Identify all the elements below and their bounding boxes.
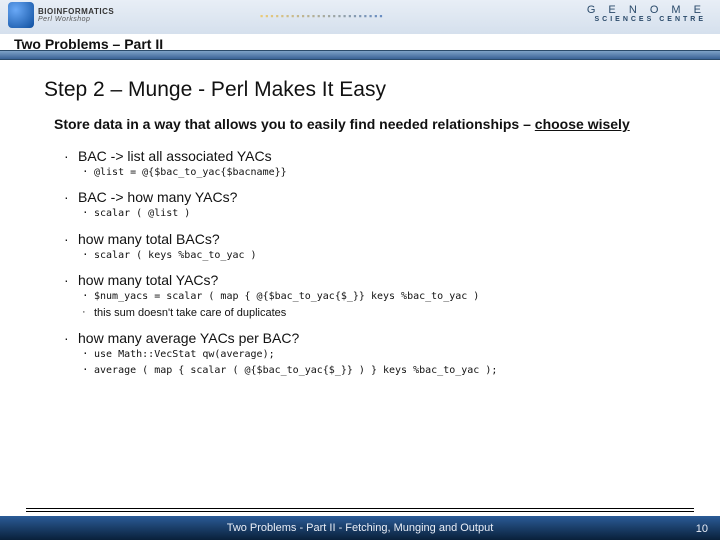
slide-header: Two Problems – Part II [14,36,163,58]
intro-text: Store data in a way that allows you to e… [54,116,700,134]
item-head: BAC -> list all associated YACs [78,148,700,164]
item-note: this sum doesn't take care of duplicates [94,306,700,321]
item-head: how many total YACs? [78,272,700,288]
logo-left: BIOINFORMATICS Perl Workshop [8,2,114,28]
item-head: BAC -> how many YACs? [78,189,700,205]
page-number: 10 [696,523,708,535]
item-head: how many total BACs? [78,231,700,247]
content: Step 2 – Munge - Perl Makes It Easy Stor… [44,78,700,387]
list-item: BAC -> how many YACs? scalar ( @list ) [78,189,700,221]
item-code: scalar ( keys %bac_to_yac ) [94,249,700,263]
logo-right: G E N O M E SCIENCES CENTRE [587,4,706,23]
item-code: scalar ( @list ) [94,207,700,221]
title-bar: Two Problems – Part II [0,34,720,60]
logo-left-sub: Perl Workshop [38,16,114,23]
logo-right-sub: SCIENCES CENTRE [587,16,706,23]
item-code: average ( map { scalar ( @{$bac_to_yac{$… [94,364,700,378]
logo-right-main: G E N O M E [587,4,706,16]
item-head: how many average YACs per BAC? [78,330,700,346]
list-item: how many average YACs per BAC?use Math::… [78,330,700,377]
logo-left-top: BIOINFORMATICS [38,7,114,16]
logo-icon [8,2,34,28]
list-item: BAC -> list all associated YACs @list = @… [78,148,700,180]
logo-left-text: BIOINFORMATICS Perl Workshop [38,7,114,23]
intro-pre: Store data in a way that allows you to e… [54,116,535,132]
item-code: @list = @{$bac_to_yac{$bacname}} [94,166,700,180]
slide: BIOINFORMATICS Perl Workshop G E N O M E… [0,0,720,540]
list-item: how many total BACs? scalar ( keys %bac_t… [78,231,700,263]
header-decoration [260,6,470,26]
footer-text: Two Problems - Part II - Fetching, Mungi… [227,522,494,534]
footer-band: Two Problems - Part II - Fetching, Mungi… [0,516,720,540]
items-container: BAC -> list all associated YACs @list = @… [44,148,700,378]
footer-rule [26,502,694,516]
intro-underline: choose wisely [535,116,630,132]
item-code: $num_yacs = scalar ( map { @{$bac_to_yac… [94,290,700,304]
list-item: how many total YACs? $num_yacs = scalar (… [78,272,700,320]
header-band: BIOINFORMATICS Perl Workshop G E N O M E… [0,0,720,34]
main-title: Step 2 – Munge - Perl Makes It Easy [44,78,700,102]
item-code: use Math::VecStat qw(average); [94,348,700,362]
